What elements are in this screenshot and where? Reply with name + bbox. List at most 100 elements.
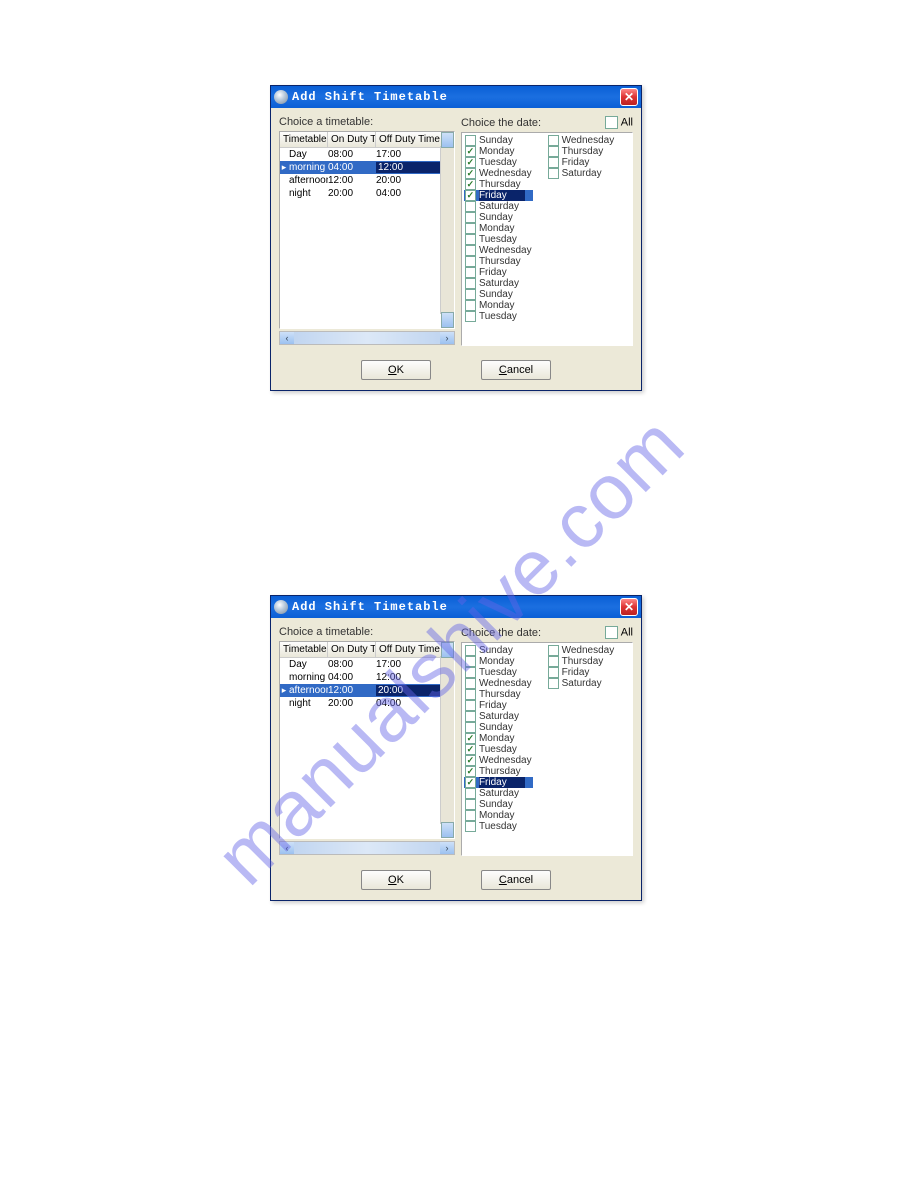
all-checkbox[interactable] [605,626,618,639]
horizontal-scrollbar[interactable]: ‹ › [279,841,455,855]
date-checkbox-row[interactable]: Wednesday [464,245,533,256]
date-checkbox-row[interactable]: Sunday [464,289,533,300]
date-checkbox-row[interactable]: Thursday [547,146,616,157]
date-checkbox-row[interactable]: Thursday [547,656,616,667]
ok-button[interactable]: OK [361,870,431,890]
all-checkbox-wrap[interactable]: All [605,626,633,639]
checkbox[interactable] [548,168,559,179]
checkbox[interactable] [465,744,476,755]
checkbox[interactable] [548,146,559,157]
checkbox[interactable] [465,168,476,179]
checkbox[interactable] [465,810,476,821]
table-row[interactable]: ▸afternoon12:0020:00 [280,684,454,697]
checkbox[interactable] [465,245,476,256]
checkbox[interactable] [465,201,476,212]
date-checkbox-row[interactable]: Tuesday [464,744,533,755]
date-checkbox-row[interactable]: Friday [464,267,533,278]
date-checkbox-row[interactable]: Wednesday [464,168,533,179]
scroll-right-icon[interactable]: › [440,842,454,854]
checkbox[interactable] [465,656,476,667]
scroll-right-icon[interactable]: › [440,332,454,344]
date-checkbox-row[interactable]: Wednesday [464,678,533,689]
checkbox[interactable] [465,700,476,711]
horizontal-scrollbar[interactable]: ‹ › [279,331,455,345]
checkbox[interactable] [465,146,476,157]
checkbox[interactable] [465,300,476,311]
date-list[interactable]: SundayMondayTuesdayWednesdayThursdayFrid… [461,642,633,856]
all-checkbox[interactable] [605,116,618,129]
table-row[interactable]: Day08:0017:00 [280,148,454,161]
date-checkbox-row[interactable]: Thursday [464,689,533,700]
checkbox[interactable] [465,157,476,168]
checkbox[interactable] [465,289,476,300]
scroll-left-icon[interactable]: ‹ [280,842,294,854]
close-button[interactable]: ✕ [620,598,638,616]
date-checkbox-row[interactable]: Monday [464,223,533,234]
date-checkbox-row[interactable]: Thursday [464,179,533,190]
date-checkbox-row[interactable]: Saturday [464,278,533,289]
date-list[interactable]: SundayMondayTuesdayWednesdayThursdayFrid… [461,132,633,346]
col-offduty[interactable]: Off Duty Time [376,642,444,657]
date-checkbox-row[interactable]: Wednesday [547,135,616,146]
checkbox[interactable] [465,667,476,678]
date-checkbox-row[interactable]: Thursday [464,256,533,267]
table-row[interactable]: afternoon12:0020:00 [280,174,454,187]
table-row[interactable]: night20:0004:00 [280,697,454,710]
ok-button[interactable]: OK [361,360,431,380]
scroll-left-icon[interactable]: ‹ [280,332,294,344]
date-checkbox-row[interactable]: Saturday [464,788,533,799]
col-offduty[interactable]: Off Duty Time [376,132,444,147]
checkbox[interactable] [465,722,476,733]
close-button[interactable]: ✕ [620,88,638,106]
checkbox[interactable] [465,190,476,201]
checkbox[interactable] [465,267,476,278]
checkbox[interactable] [465,678,476,689]
titlebar[interactable]: Add Shift Timetable ✕ [271,86,641,108]
date-checkbox-row[interactable]: Friday [464,190,533,201]
date-checkbox-row[interactable]: Wednesday [464,755,533,766]
timetable-grid[interactable]: Timetable ... On Duty Ti... Off Duty Tim… [279,131,455,329]
checkbox[interactable] [465,733,476,744]
checkbox[interactable] [465,711,476,722]
date-checkbox-row[interactable]: Saturday [547,168,616,179]
date-checkbox-row[interactable]: Monday [464,656,533,667]
checkbox[interactable] [548,678,559,689]
checkbox[interactable] [465,689,476,700]
checkbox[interactable] [465,179,476,190]
checkbox[interactable] [465,788,476,799]
checkbox[interactable] [465,234,476,245]
checkbox[interactable] [465,766,476,777]
checkbox[interactable] [465,212,476,223]
date-checkbox-row[interactable]: Thursday [464,766,533,777]
date-checkbox-row[interactable]: Monday [464,300,533,311]
date-checkbox-row[interactable]: Tuesday [464,667,533,678]
date-checkbox-row[interactable]: Monday [464,810,533,821]
checkbox[interactable] [548,157,559,168]
titlebar[interactable]: Add Shift Timetable ✕ [271,596,641,618]
checkbox[interactable] [548,135,559,146]
date-checkbox-row[interactable]: Friday [464,777,533,788]
checkbox[interactable] [465,223,476,234]
date-checkbox-row[interactable]: Monday [464,733,533,744]
date-checkbox-row[interactable]: Sunday [464,722,533,733]
date-checkbox-row[interactable]: Tuesday [464,157,533,168]
col-timetable[interactable]: Timetable ... [280,642,328,657]
checkbox[interactable] [465,256,476,267]
date-checkbox-row[interactable]: Saturday [464,711,533,722]
checkbox[interactable] [465,311,476,322]
date-checkbox-row[interactable]: Friday [547,157,616,168]
table-row[interactable]: Day08:0017:00 [280,658,454,671]
checkbox[interactable] [465,278,476,289]
date-checkbox-row[interactable]: Sunday [464,799,533,810]
cancel-button[interactable]: Cancel [481,870,551,890]
date-checkbox-row[interactable]: Saturday [547,678,616,689]
date-checkbox-row[interactable]: Sunday [464,212,533,223]
vertical-scrollbar[interactable] [440,146,454,314]
date-checkbox-row[interactable]: Wednesday [547,645,616,656]
date-checkbox-row[interactable]: Tuesday [464,234,533,245]
date-checkbox-row[interactable]: Sunday [464,645,533,656]
date-checkbox-row[interactable]: Friday [547,667,616,678]
date-checkbox-row[interactable]: Sunday [464,135,533,146]
col-timetable[interactable]: Timetable ... [280,132,328,147]
checkbox[interactable] [465,777,476,788]
